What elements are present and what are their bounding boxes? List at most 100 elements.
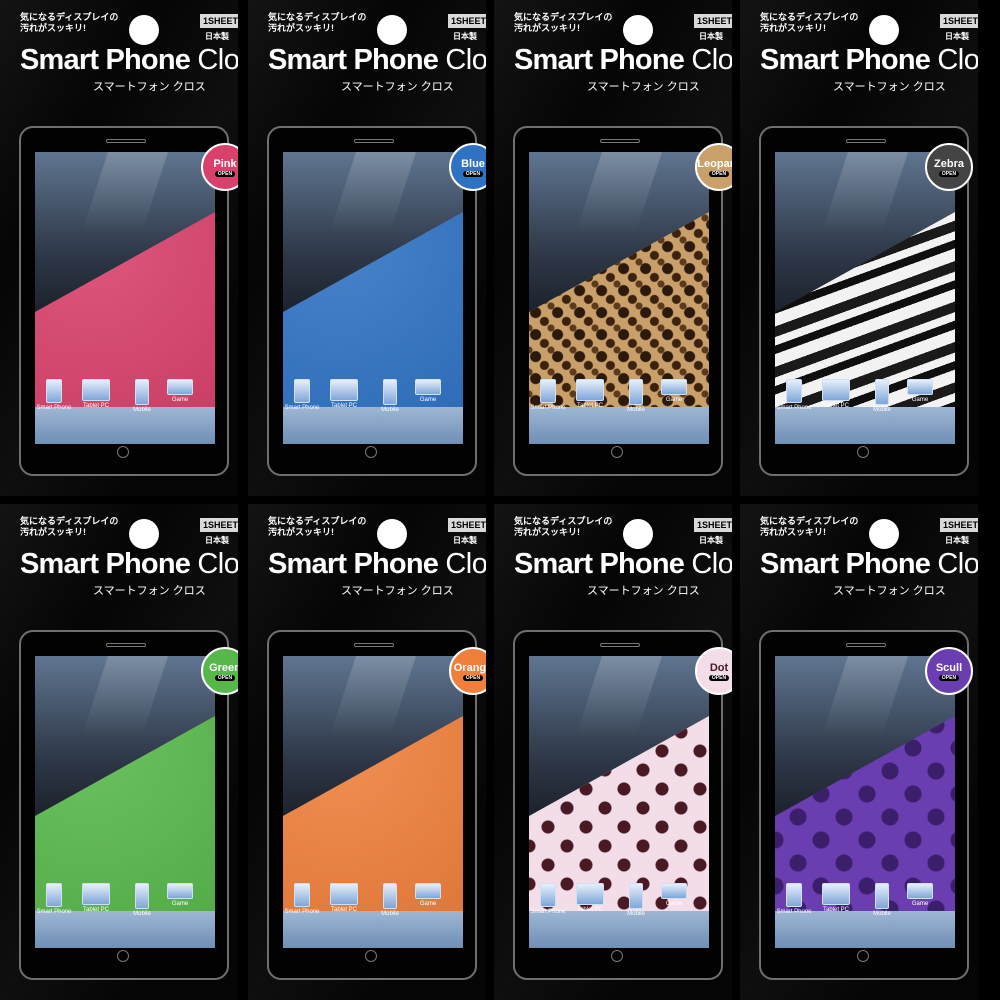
product-title: Smart Phone Cloth: [20, 548, 238, 581]
hang-hole: [869, 519, 899, 549]
dock-item-label: Smart Phone: [776, 909, 812, 915]
tablet-icon: [330, 883, 358, 905]
phone-screen: Smart Phone Tablet PC Mobile Game: [35, 656, 215, 948]
product-subtitle: スマートフォン クロス: [587, 81, 700, 93]
open-tab-label[interactable]: OPEN: [462, 170, 484, 177]
dock-item-label: Game: [171, 901, 189, 907]
dock-item-label: Mobile: [381, 911, 399, 917]
screen-reflection: [82, 656, 168, 736]
open-tab-label[interactable]: OPEN: [708, 674, 730, 681]
open-tab-label[interactable]: OPEN: [462, 674, 484, 681]
game-icon: [167, 379, 193, 395]
phone-illustration: Smart Phone Tablet PC Mobile Game: [513, 126, 723, 476]
tagline: 気になるディスプレイの 汚れがスッキリ!: [514, 12, 613, 33]
product-title: Smart Phone Cloth: [760, 548, 978, 581]
dock-item-label: Tablet PC: [576, 907, 603, 913]
dock-item-label: Tablet PC: [822, 403, 849, 409]
product-subtitle: スマートフォン クロス: [587, 585, 700, 597]
dock-item: Smart Phone: [775, 883, 817, 915]
dock-item-label: Mobile: [381, 407, 399, 413]
mobile-icon: [383, 379, 397, 405]
phone-speaker: [846, 643, 886, 647]
mobile-icon: [875, 379, 889, 405]
screen-reflection: [576, 152, 662, 232]
open-tab-label[interactable]: OPEN: [214, 170, 236, 177]
dock-item: Game: [651, 883, 697, 907]
dock-item-label: Smart Phone: [530, 405, 566, 411]
dock-item: Game: [897, 883, 943, 907]
variant-label: Dot: [709, 661, 729, 674]
game-icon: [415, 883, 441, 899]
sheet-count-label: 1SHEET: [940, 518, 978, 532]
product-title-light: Cloth: [197, 548, 238, 580]
product-title-bold: Smart Phone: [268, 548, 439, 580]
tablet-icon: [576, 883, 604, 905]
dock-item-label: Game: [665, 397, 683, 403]
phone-home-button: [857, 446, 869, 458]
variant-label: Blue: [461, 157, 485, 170]
hang-hole: [377, 15, 407, 45]
screen-reflection: [82, 152, 168, 232]
game-icon: [661, 883, 687, 899]
product-title-bold: Smart Phone: [760, 548, 931, 580]
smartphone-icon: [294, 883, 310, 907]
tablet-icon: [82, 379, 110, 401]
dock-item: Tablet PC: [73, 379, 119, 409]
smartphone-icon: [786, 379, 802, 403]
phone-screen: Smart Phone Tablet PC Mobile Game: [529, 656, 709, 948]
dock-item-label: Smart Phone: [776, 405, 812, 411]
dock-item: Game: [405, 379, 451, 403]
phone-screen: Smart Phone Tablet PC Mobile Game: [283, 656, 463, 948]
smartphone-icon: [540, 883, 556, 907]
product-title: Smart Phone Cloth: [760, 44, 978, 77]
phone-speaker: [106, 139, 146, 143]
made-in-japan-label: 日本製: [205, 32, 229, 41]
game-icon: [167, 883, 193, 899]
made-in-japan-label: 日本製: [453, 536, 477, 545]
open-tab-label[interactable]: OPEN: [214, 674, 236, 681]
made-in-japan-label: 日本製: [945, 536, 969, 545]
phone-speaker: [600, 643, 640, 647]
open-tab-label[interactable]: OPEN: [938, 674, 960, 681]
dock-item: Tablet PC: [813, 883, 859, 913]
made-in-japan-label: 日本製: [945, 32, 969, 41]
mobile-icon: [629, 883, 643, 909]
tablet-icon: [330, 379, 358, 401]
screen-reflection: [576, 656, 662, 736]
product-title-light: Cloth: [691, 44, 732, 76]
variant-label: Scull: [935, 661, 963, 674]
hang-hole: [869, 15, 899, 45]
sheet-count-label: 1SHEET: [200, 518, 238, 532]
phone-screen: Smart Phone Tablet PC Mobile Game: [283, 152, 463, 444]
dock-item-label: Game: [419, 397, 437, 403]
phone-screen: Smart Phone Tablet PC Mobile Game: [35, 152, 215, 444]
product-subtitle: スマートフォン クロス: [341, 585, 454, 597]
variant-label: Pink: [213, 157, 237, 170]
sheet-count-label: 1SHEET: [694, 518, 732, 532]
product-grid: 気になるディスプレイの 汚れがスッキリ! 1SHEET 日本製 Smart Phone…: [0, 0, 1000, 1000]
game-icon: [661, 379, 687, 395]
hang-hole: [129, 15, 159, 45]
dock-item-label: Game: [171, 397, 189, 403]
open-tab-label[interactable]: OPEN: [708, 170, 730, 177]
product-title-bold: Smart Phone: [268, 44, 439, 76]
phone-speaker: [846, 139, 886, 143]
phone-screen: Smart Phone Tablet PC Mobile Game: [775, 656, 955, 948]
variant-label: Leopard: [697, 157, 732, 170]
dock-item: Game: [651, 379, 697, 403]
product-package-leopard: 気になるディスプレイの 汚れがスッキリ! 1SHEET 日本製 Smart Phone…: [494, 0, 732, 496]
dock-item-label: Mobile: [627, 407, 645, 413]
dock-item: Tablet PC: [321, 379, 367, 409]
phone-illustration: Smart Phone Tablet PC Mobile Game: [19, 126, 229, 476]
phone-home-button: [611, 950, 623, 962]
product-title-bold: Smart Phone: [20, 44, 191, 76]
tagline: 気になるディスプレイの 汚れがスッキリ!: [20, 12, 119, 33]
open-tab-label[interactable]: OPEN: [938, 170, 960, 177]
product-title-bold: Smart Phone: [20, 548, 191, 580]
screen-reflection: [330, 656, 416, 736]
mobile-icon: [875, 883, 889, 909]
product-title: Smart Phone Cloth: [268, 44, 486, 77]
dock-item-label: Smart Phone: [284, 909, 320, 915]
hang-hole: [623, 519, 653, 549]
app-dock: Smart Phone Tablet PC Mobile Game: [35, 883, 215, 948]
